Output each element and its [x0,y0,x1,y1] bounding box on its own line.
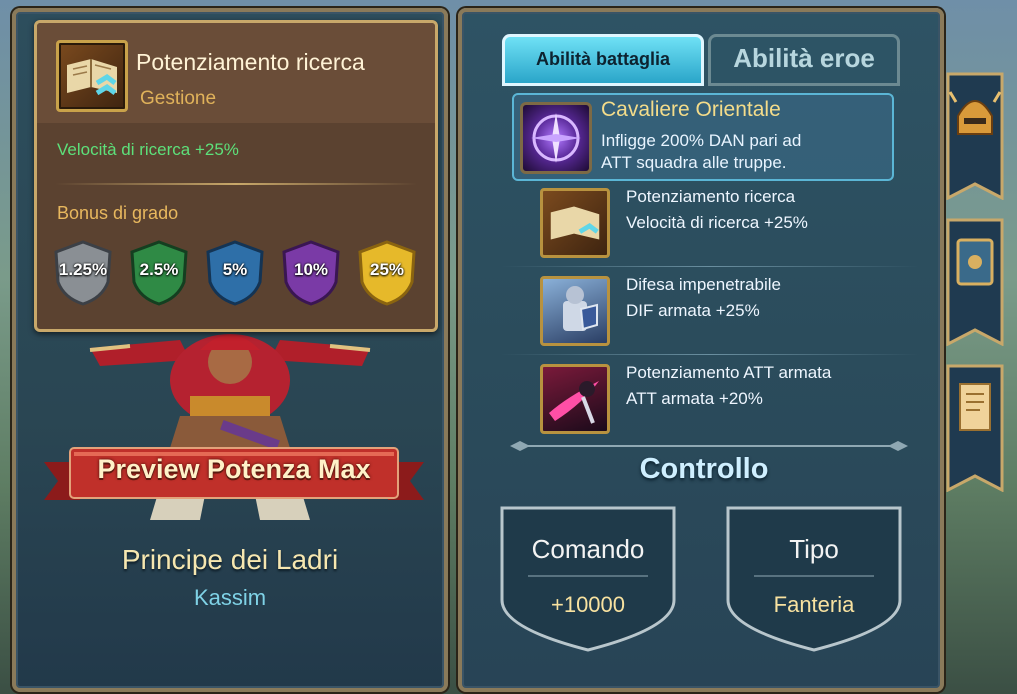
research-book-icon [540,188,610,258]
grade-badge-gray: 1.25% [52,240,114,306]
stat-value: +10000 [550,592,626,617]
stat-value: Fanteria [773,592,855,617]
tooltip-divider [55,183,417,185]
grade-badge-purple: 10% [280,240,342,306]
research-book-icon [56,40,128,112]
sub-skill-row[interactable]: Potenziamento ricerca Velocità di ricerc… [528,184,908,266]
preview-max-power-button[interactable]: Preview Potenza Max [44,440,424,508]
sub-skill-title: Difesa impenetrabile [626,275,781,294]
main-skill-title: Cavaliere Orientale [601,98,781,121]
preview-label: Preview Potenza Max [97,454,371,484]
tooltip-title: Potenziamento ricerca [136,49,365,75]
main-skill-desc-line2: ATT squadra alle truppe. [601,153,787,172]
sub-skill-row[interactable]: Potenziamento ATT armata ATT armata +20% [528,360,908,442]
scroll-icon [959,383,991,431]
sub-skill-title: Potenziamento ricerca [626,187,796,206]
bonus-header: Bonus di grado [57,203,179,223]
tooltip-effect: Velocità di ricerca +25% [57,140,239,159]
sub-skill-row[interactable]: Difesa impenetrabile DIF armata +25% [528,272,908,354]
side-tab-info[interactable] [946,364,1004,493]
stat-command: Comando +10000 [498,504,678,654]
stat-label: Tipo [789,534,839,564]
tab-hero-skills[interactable]: Abilità eroe [708,34,900,86]
row-divider [500,354,920,355]
tab-battle-skills[interactable]: Abilità battaglia [502,34,704,86]
ornament-divider [490,436,928,451]
row-divider [500,266,920,267]
stat-label: Comando [531,534,645,564]
hero-name: Kassim [193,585,267,610]
tooltip-subtitle: Gestione [140,88,217,109]
side-tab-equipment[interactable] [946,72,1004,201]
sub-skill-title: Potenziamento ATT armata [626,363,832,382]
grade-badge-gold: 25% [356,240,418,306]
armored-knight-icon [540,276,610,346]
sub-skill-effect: ATT armata +20% [626,389,763,408]
sub-skill-effect: Velocità di ricerca +25% [626,213,808,232]
dagger-star-icon [520,102,592,174]
grade-badge-blue: 5% [204,240,266,306]
sub-skill-effect: DIF armata +25% [626,301,760,320]
stat-type: Tipo Fanteria [724,504,904,654]
spellbook-icon [956,238,994,286]
main-skill-desc-line1: Infligge 200% DAN pari ad [601,131,802,150]
hero-title: Principe dei Ladri [121,544,339,575]
side-tab-skills[interactable] [946,218,1004,347]
grade-badge-green: 2.5% [128,240,190,306]
section-title: Controllo [639,453,769,485]
slash-attack-icon [540,364,610,434]
